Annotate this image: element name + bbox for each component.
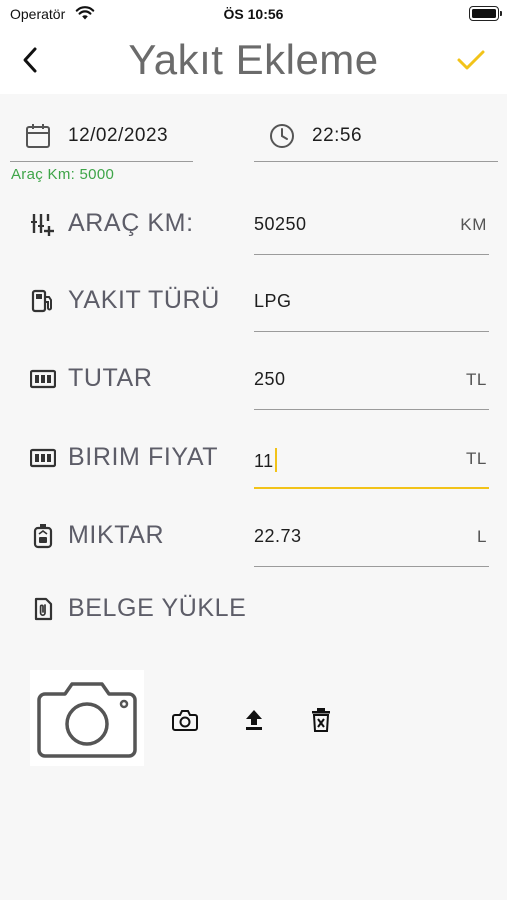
camera-icon bbox=[172, 710, 198, 731]
app-header: Yakıt Ekleme bbox=[0, 30, 507, 94]
money-icon bbox=[30, 366, 56, 392]
status-clock: ÖS 10:56 bbox=[223, 6, 284, 22]
time-picker[interactable]: 22:56 bbox=[254, 110, 498, 162]
battery-icon bbox=[469, 6, 502, 21]
odometer-icon bbox=[30, 211, 56, 237]
yakit-turu-select[interactable]: LPG bbox=[254, 274, 489, 332]
belge-yukle-label: BELGE YÜKLE bbox=[68, 594, 247, 622]
tutar-unit: TL bbox=[465, 370, 487, 389]
status-bar: Operatör ÖS 10:56 bbox=[0, 0, 507, 30]
field-arac-km: ARAÇ KM: 50250 KM bbox=[0, 197, 507, 257]
tutar-value: 250 bbox=[254, 369, 286, 389]
attachment-icon bbox=[30, 596, 56, 622]
arac-km-unit: KM bbox=[460, 215, 487, 234]
birim-fiyat-value: 11 bbox=[254, 451, 274, 471]
miktar-value: 22.73 bbox=[254, 526, 302, 546]
tutar-input[interactable]: 250 TL bbox=[254, 352, 489, 410]
trash-icon bbox=[312, 708, 330, 732]
calendar-icon bbox=[24, 122, 52, 150]
fuel-pump-icon bbox=[30, 288, 56, 314]
miktar-input[interactable]: 22.73 L bbox=[254, 509, 489, 567]
tutar-label: TUTAR bbox=[68, 364, 153, 392]
date-picker[interactable]: 12/02/2023 bbox=[10, 110, 193, 162]
arac-km-label: ARAÇ KM: bbox=[68, 209, 194, 237]
date-value: 12/02/2023 bbox=[68, 124, 169, 146]
upload-button[interactable] bbox=[240, 706, 268, 734]
document-upload-header: BELGE YÜKLE bbox=[0, 588, 507, 632]
clock-icon bbox=[268, 122, 296, 150]
birim-fiyat-value-wrap: 11 bbox=[254, 448, 277, 472]
arac-km-input[interactable]: 50250 KM bbox=[254, 197, 489, 255]
photo-preview[interactable] bbox=[30, 670, 144, 766]
field-miktar: MIKTAR 22.73 L bbox=[0, 509, 507, 569]
yakit-turu-value: LPG bbox=[254, 291, 292, 311]
camera-placeholder-icon bbox=[37, 682, 137, 758]
check-icon bbox=[457, 50, 485, 70]
fuel-canister-icon bbox=[30, 523, 56, 549]
money-icon bbox=[30, 445, 56, 471]
take-photo-button[interactable] bbox=[171, 706, 199, 734]
yakit-turu-label: YAKIT TÜRÜ bbox=[68, 286, 220, 314]
birim-fiyat-input[interactable]: 11 TL bbox=[254, 431, 489, 489]
birim-fiyat-label: BIRIM FIYAT bbox=[68, 443, 219, 471]
miktar-label: MIKTAR bbox=[68, 521, 165, 549]
field-birim-fiyat: BIRIM FIYAT 11 TL bbox=[0, 431, 507, 491]
arac-km-value: 50250 bbox=[254, 214, 307, 234]
delete-button[interactable] bbox=[307, 706, 335, 734]
text-cursor bbox=[274, 448, 277, 472]
birim-fiyat-unit: TL bbox=[465, 449, 487, 468]
vehicle-km-helper: Araç Km: 5000 bbox=[11, 166, 115, 183]
miktar-unit: L bbox=[476, 527, 487, 546]
time-value: 22:56 bbox=[312, 124, 363, 146]
upload-icon bbox=[246, 710, 262, 730]
confirm-button[interactable] bbox=[453, 42, 489, 78]
page-title: Yakıt Ekleme bbox=[128, 36, 379, 83]
field-yakit-turu: YAKIT TÜRÜ LPG bbox=[0, 274, 507, 334]
field-tutar: TUTAR 250 TL bbox=[0, 352, 507, 412]
